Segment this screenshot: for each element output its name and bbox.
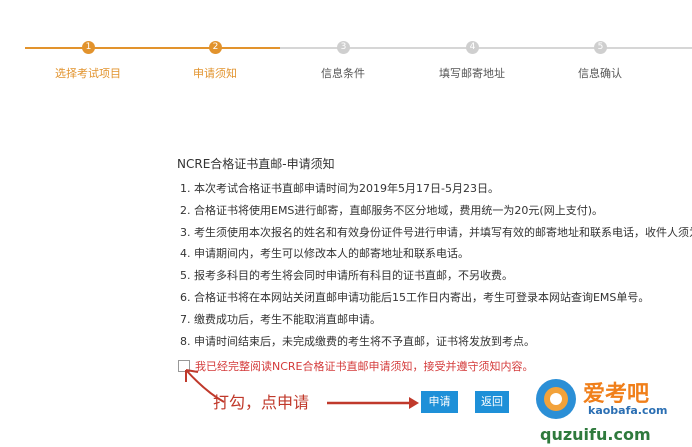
step-5-label: 信息确认 bbox=[578, 67, 622, 80]
back-button[interactable]: 返回 bbox=[475, 391, 509, 413]
step-2-dot: 2 bbox=[209, 41, 222, 54]
agree-text: 我已经完整阅读NCRE合格证书直邮申请须知，接受并遵守须知内容。 bbox=[195, 360, 534, 373]
step-4-label: 填写邮寄地址 bbox=[439, 67, 505, 80]
step-4-dot: 4 bbox=[466, 41, 479, 54]
watermark-logo-icon bbox=[536, 379, 576, 419]
step-line-done bbox=[25, 47, 280, 49]
notice-title: NCRE合格证书直邮-申请须知 bbox=[177, 157, 335, 171]
notice-item-1: 1. 本次考试合格证书直邮申请时间为2019年5月17日-5月23日。 bbox=[180, 182, 499, 195]
notice-item-2: 2. 合格证书将使用EMS进行邮寄，直邮服务不区分地域，费用统一为20元(网上支… bbox=[180, 204, 603, 217]
notice-item-5: 5. 报考多科目的考生将会同时申请所有科目的证书直邮，不另收费。 bbox=[180, 269, 513, 282]
apply-button[interactable]: 申请 bbox=[421, 391, 458, 413]
step-5-dot: 5 bbox=[594, 41, 607, 54]
notice-item-3: 3. 考生须使用本次报名的姓名和有效身份证件号进行申请，并填写有效的邮寄地址和联… bbox=[180, 226, 692, 239]
step-3-dot: 3 bbox=[337, 41, 350, 54]
step-1-dot: 1 bbox=[82, 41, 95, 54]
notice-item-6: 6. 合格证书将在本网站关闭直邮申请功能后15工作日内寄出，考生可登录本网站查询… bbox=[180, 291, 650, 304]
notice-item-7: 7. 缴费成功后，考生不能取消直邮申请。 bbox=[180, 313, 381, 326]
step-2-label: 申请须知 bbox=[193, 67, 237, 80]
step-3-label: 信息条件 bbox=[321, 67, 365, 80]
annotation-text: 打勾，点申请 bbox=[213, 393, 310, 412]
watermark-line2: quzuifu.com bbox=[540, 425, 651, 444]
watermark-url: kaobafa.com bbox=[588, 404, 668, 417]
annotation-arrow-right-icon bbox=[327, 397, 419, 409]
step-1-label: 选择考试项目 bbox=[55, 67, 121, 80]
notice-item-8: 8. 申请时间结束后，未完成缴费的考生将不予直邮，证书将发放到考点。 bbox=[180, 335, 535, 348]
notice-item-4: 4. 申请期间内，考生可以修改本人的邮寄地址和联系电话。 bbox=[180, 247, 469, 260]
